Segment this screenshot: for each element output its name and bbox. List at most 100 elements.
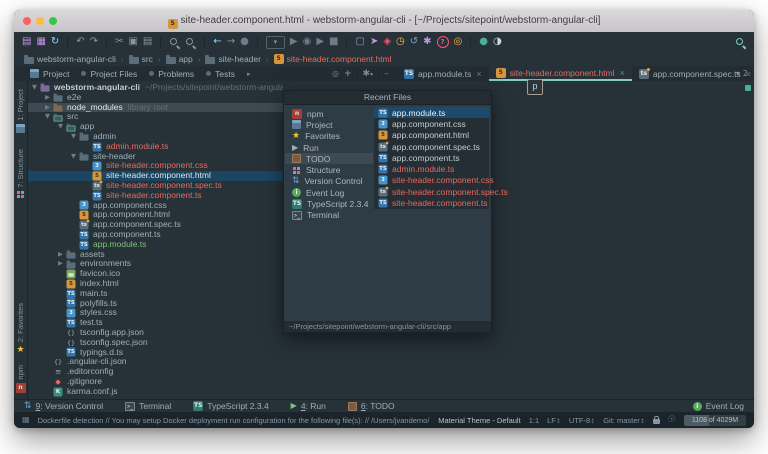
toolwindow-button-version-control[interactable]: ⇅9: Version Control [24,401,103,411]
caret-position[interactable]: 1:1 [529,416,539,425]
material-status-icon[interactable]: ● [479,36,488,48]
tree-row[interactable]: test.ts [28,318,283,328]
inspection-status-icon[interactable] [745,85,751,91]
stripe-item-npm[interactable]: npm [16,365,26,393]
settings-gear-icon[interactable]: ✱ [423,36,431,48]
recent-tool-item[interactable]: TypeScript 2.3.4 [285,198,373,209]
donate-icon[interactable]: ◎ [454,36,463,48]
chevron-down-icon[interactable]: ▼ [58,122,66,132]
panel-tab-project-files[interactable]: Project Files [81,69,137,79]
tab-list-dropdown-icon[interactable]: ▾ [736,69,740,78]
forward-icon[interactable]: → [227,36,235,48]
recent-file-item[interactable]: app.component.html [374,130,489,141]
recent-tool-item[interactable]: ⇅Version Control [285,176,373,187]
file-encoding[interactable]: UTF-8↕ [569,416,595,425]
recent-file-item[interactable]: admin.module.ts [374,163,489,174]
chevron-down-icon[interactable]: ▼ [45,112,53,122]
breadcrumb-item[interactable]: src [129,54,153,64]
chevron-right-icon[interactable]: ▶ [58,259,66,269]
chevron-down-icon[interactable]: ▼ [71,152,79,162]
recent-file-item[interactable]: site-header.component.css [374,175,489,186]
tree-row[interactable]: favicon.ico [28,269,283,279]
breadcrumb-item[interactable]: site-header [205,54,261,64]
toolwindow-button-run[interactable]: ▶4: Run [291,401,326,411]
recent-file-item[interactable]: app.component.spec.ts [374,141,489,152]
toolwindow-button-terminal[interactable]: Terminal [125,401,171,411]
toolwindow-switcher-icon[interactable]: ▦ [22,416,30,424]
replace-icon[interactable] [185,37,196,48]
editor-tab[interactable]: app.module.ts× [397,66,489,81]
save-all-icon[interactable]: ▦ [36,36,45,48]
chevron-down-icon[interactable]: ▼ [71,132,79,142]
recent-tool-item[interactable]: ★Favorites [285,131,373,142]
close-tab-icon[interactable]: × [476,69,481,79]
stripe-item-7-structure[interactable]: 7: Structure [16,149,25,200]
tree-row[interactable]: polyfills.ts [28,299,283,309]
stop-icon[interactable]: ■ [329,36,338,48]
stripe-item-1-project[interactable]: 1: Project [16,89,25,133]
tree-row[interactable]: styles.css [28,308,283,318]
stripe-item-2-favorites[interactable]: 2: Favorites★ [16,303,25,355]
recent-tool-item[interactable]: Structure [285,164,373,175]
tree-row[interactable]: ▼src [28,112,283,122]
chevron-down-icon[interactable]: ▼ [32,83,40,93]
recent-locations-icon[interactable]: ● [240,36,249,48]
hide-panel-icon[interactable]: – [384,69,389,79]
run-config-combo[interactable]: ▾ [266,36,285,49]
close-tab-icon[interactable]: × [620,68,625,78]
toolwindow-button-todo[interactable]: 6: TODO [348,401,395,411]
chevron-right-icon[interactable]: ▶ [45,103,53,113]
theme-indicator[interactable]: Material Theme - Default [438,416,520,425]
debug-icon[interactable]: ◉ [303,36,312,48]
toolbar-search-icon[interactable] [735,37,746,48]
copy-icon[interactable]: ▣ [128,36,137,48]
cut-icon[interactable]: ✂ [115,36,123,48]
hector-inspector-icon[interactable]: ☉ [668,415,676,425]
git-branch[interactable]: Git: master↕ [603,416,645,425]
profiler-icon[interactable]: ◈ [383,36,391,48]
tree-row[interactable]: tsconfig.spec.json [28,338,283,348]
recent-tool-item[interactable]: Event Log [285,187,373,198]
tree-row[interactable]: typings.d.ts [28,348,283,358]
console-icon[interactable]: ▢ [355,36,364,48]
rollback-icon[interactable]: ↺ [410,36,418,48]
tree-row[interactable]: ▼app [28,122,283,132]
collapse-all-icon[interactable]: + [344,69,352,79]
panel-settings-gear-icon[interactable]: ✱▾ [363,69,374,79]
recent-tool-item[interactable]: TODO [285,153,373,164]
recent-tool-item[interactable]: Project [285,119,373,130]
recent-file-item[interactable]: app.module.ts [374,107,489,118]
breadcrumb-item[interactable]: site-header.component.html [274,54,392,64]
back-icon[interactable]: ← [213,36,221,48]
tree-row[interactable]: ▶assets [28,250,283,260]
tree-row[interactable]: ▶environments [28,259,283,269]
status-message[interactable]: Dockerfile detection // You may setup Do… [38,416,431,425]
panel-tab-project[interactable]: Project [30,69,69,79]
tree-row[interactable]: app.module.ts [28,240,283,250]
recent-file-item[interactable]: app.component.ts [374,152,489,163]
hidden-tabs-count[interactable]: 2 [743,69,748,78]
memory-indicator[interactable]: 1108 of 4029M [684,415,746,426]
scroll-to-source-icon[interactable]: ◎ [332,69,339,78]
recent-tool-item[interactable]: Terminal [285,210,373,221]
deploy-icon[interactable]: ➤ [370,36,378,48]
panel-tab-problems[interactable]: Problems [149,69,194,79]
editor-tab[interactable]: site-header.component.html× [489,66,632,81]
sync-icon[interactable]: ↻ [51,36,59,48]
theme-switch-icon[interactable]: ◑ [493,36,502,48]
line-separator[interactable]: LF↕ [547,416,561,425]
tree-row[interactable]: app.component.ts [28,230,283,240]
tree-row[interactable]: karma.conf.js [28,387,283,397]
paste-icon[interactable]: ▤ [143,36,152,48]
recent-file-item[interactable]: app.component.css [374,118,489,129]
redo-icon[interactable]: ↷ [90,36,98,48]
open-icon[interactable]: ▤ [22,36,31,48]
toolwindow-button-event-log[interactable]: Event Log [693,401,744,411]
run-icon[interactable]: ▶ [290,36,298,48]
toolwindow-button-typescript-2-3-4[interactable]: TypeScript 2.3.4 [193,401,268,411]
help-icon[interactable] [437,36,449,48]
recent-file-item[interactable]: site-header.component.ts [374,197,489,208]
tree-row[interactable]: main.ts [28,289,283,299]
chevron-right-icon[interactable]: ▶ [45,93,53,103]
panel-tab-tests[interactable]: Tests [206,69,235,79]
